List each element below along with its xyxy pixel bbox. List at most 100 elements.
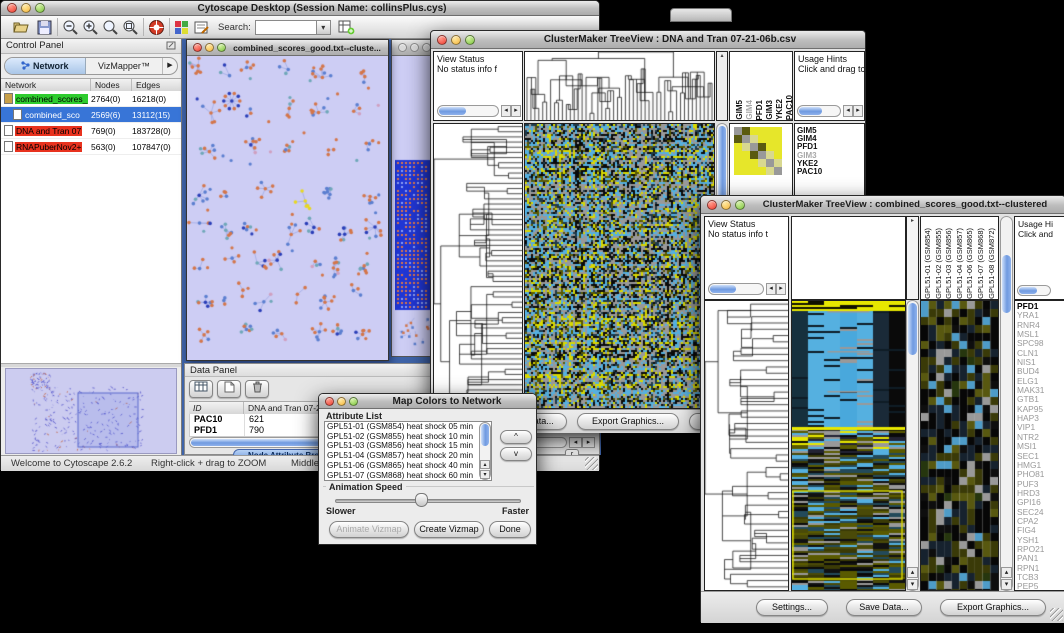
scroll-down-icon[interactable]: ▾ <box>480 470 490 479</box>
scroll-left-icon[interactable]: ◂ <box>569 437 582 448</box>
scroll-down-icon[interactable]: ▾ <box>907 579 918 590</box>
search-input[interactable] <box>255 20 317 35</box>
view-status-h-scrollbar[interactable] <box>708 283 764 295</box>
scroll-right-icon[interactable]: ▸ <box>511 105 521 117</box>
scroll-up-icon[interactable]: ▴ <box>1001 567 1012 578</box>
attribute-list-item[interactable]: GPL51-07 (GSM868) heat shock 60 min <box>325 471 491 481</box>
scroll-up-icon[interactable]: ▴ <box>907 567 918 578</box>
tab-overflow-arrow[interactable]: ▶ <box>162 58 177 74</box>
minimize-icon[interactable] <box>21 3 31 13</box>
dialog-title-bar[interactable]: Map Colors to Network <box>319 394 536 409</box>
close-icon[interactable] <box>707 200 717 210</box>
treeview1-title-bar[interactable]: ClusterMaker TreeView : DNA and Tran 07-… <box>431 31 865 49</box>
treeview2-gene-list[interactable]: PFD1YRA1RNR4MSL1SPC98CLN1NIS1BUD4ELG1MAK… <box>1014 300 1064 591</box>
resize-grip[interactable] <box>1050 608 1063 621</box>
main-title-bar[interactable]: Cytoscape Desktop (Session Name: collins… <box>1 1 599 16</box>
new-attribute-button[interactable] <box>217 380 241 398</box>
zoom-window-icon[interactable] <box>465 35 475 45</box>
treeview1-top-dendrogram[interactable] <box>524 51 715 121</box>
delete-attribute-trash-icon[interactable] <box>245 380 269 398</box>
scroll-left-icon[interactable]: ◂ <box>843 105 853 117</box>
scroll-left-icon[interactable]: ◂ <box>501 105 511 117</box>
birdseye-canvas[interactable] <box>6 369 176 453</box>
network-list-row[interactable]: RNAPuberNov2+ 563(0) 107847(0) <box>1 139 181 155</box>
minimize-icon[interactable] <box>337 397 346 406</box>
zoom-fit-icon[interactable] <box>122 19 139 36</box>
network-graph-canvas[interactable] <box>187 56 388 360</box>
network-list-row[interactable]: combined_scores_ 2764(0) 16218(0) <box>1 91 181 107</box>
move-attribute-up-button[interactable]: ^ <box>500 430 532 444</box>
close-icon[interactable] <box>437 35 447 45</box>
export-graphics-button[interactable]: Export Graphics... <box>940 599 1046 616</box>
panel-splitter[interactable] <box>1 363 181 367</box>
slider-thumb[interactable] <box>415 493 428 507</box>
float-panel-icon[interactable] <box>166 41 177 51</box>
zoom-window-icon[interactable] <box>735 200 745 210</box>
treeview2-heatmap-v-scrollbar[interactable]: ▴ ▾ <box>906 300 919 591</box>
attribute-list-item[interactable]: GPL51-02 (GSM855) heat shock 10 min <box>325 432 491 442</box>
network-list-row[interactable]: DNA and Tran 07 769(0) 183728(0) <box>1 123 181 139</box>
select-attributes-button[interactable] <box>189 380 213 398</box>
close-icon[interactable] <box>325 397 334 406</box>
move-attribute-down-button[interactable]: v <box>500 447 532 461</box>
vizmap-palette-icon[interactable] <box>174 20 189 35</box>
network-list-row[interactable]: combined_sco 2569(6) 13112(15) <box>1 107 181 123</box>
scroll-up-icon[interactable]: ▴ <box>480 460 490 469</box>
scroll-right-icon[interactable]: ▸ <box>853 105 863 117</box>
annotation-icon[interactable] <box>194 20 210 35</box>
animation-speed-slider[interactable] <box>335 499 521 503</box>
treeview2-row-dendrogram[interactable] <box>704 300 789 591</box>
save-data-button[interactable]: Save Data... <box>846 599 922 616</box>
done-button[interactable]: Done <box>489 521 531 538</box>
attribute-list-item[interactable]: GPL51-01 (GSM854) heat shock 05 min <box>325 422 491 432</box>
birdseye-view[interactable] <box>5 368 177 454</box>
tab-vizmapper[interactable]: VizMapper™ <box>86 58 162 74</box>
treeview1-heatmap[interactable] <box>524 123 715 409</box>
attribute-list-item[interactable]: GPL51-06 (GSM865) heat shock 40 min <box>325 461 491 471</box>
treeview2-right-v-scrollbar[interactable]: ▴ ▾ <box>1000 216 1013 591</box>
minimize-icon[interactable] <box>721 200 731 210</box>
help-lifering-icon[interactable] <box>148 19 165 36</box>
save-icon[interactable] <box>37 20 53 35</box>
network-window-title-bar[interactable]: combined_scores_good.txt--cluste... <box>187 40 388 56</box>
zoom-in-icon[interactable] <box>82 19 99 36</box>
animate-vizmap-button[interactable]: Animate Vizmap <box>329 521 409 538</box>
scroll-left-icon[interactable]: ◂ <box>766 283 776 295</box>
attribute-list-item[interactable]: GPL51-04 (GSM857) heat shock 20 min <box>325 451 491 461</box>
tab-network[interactable]: Network <box>5 58 86 74</box>
minimize-icon[interactable] <box>451 35 461 45</box>
attribute-list[interactable]: GPL51-01 (GSM854) heat shock 05 minGPL51… <box>324 421 492 481</box>
treeview2-heatmap[interactable] <box>791 300 906 591</box>
scroll-right-icon[interactable]: ▸ <box>582 437 595 448</box>
treeview1-row-dendrogram[interactable] <box>433 123 523 409</box>
export-graphics-button[interactable]: Export Graphics... <box>577 413 679 430</box>
scroll-right-icon[interactable]: ▸ <box>776 283 786 295</box>
zoom-selected-icon[interactable] <box>102 19 119 36</box>
zoom-window-icon[interactable] <box>35 3 45 13</box>
open-file-icon[interactable] <box>13 20 31 35</box>
import-table-icon[interactable] <box>338 19 355 35</box>
search-dropdown-button[interactable]: ▾ <box>317 20 331 35</box>
view-status-h-scrollbar[interactable] <box>437 105 499 117</box>
settings-button[interactable]: Settings... <box>756 599 828 616</box>
adjacency-grid-canvas[interactable] <box>395 98 435 356</box>
close-icon[interactable] <box>7 3 17 13</box>
treeview2-title-bar[interactable]: ClusterMaker TreeView : combined_scores_… <box>701 196 1064 214</box>
minimize-icon[interactable] <box>410 43 419 52</box>
attribute-list-item[interactable]: GPL51-03 (GSM856) heat shock 15 min <box>325 441 491 451</box>
usage-hints-h-scrollbar[interactable] <box>1017 285 1051 296</box>
minimize-icon[interactable] <box>205 43 214 52</box>
treeview2-secondary-heatmap[interactable] <box>920 300 999 591</box>
usage-hints-h-scrollbar[interactable] <box>797 105 841 117</box>
create-vizmap-button[interactable]: Create Vizmap <box>414 521 484 538</box>
close-icon[interactable] <box>398 43 407 52</box>
zoom-out-icon[interactable] <box>62 19 79 36</box>
close-icon[interactable] <box>193 43 202 52</box>
scroll-down-icon[interactable]: ▾ <box>1001 579 1012 590</box>
zoom-window-icon[interactable] <box>217 43 226 52</box>
resize-grip[interactable] <box>585 457 598 470</box>
attribute-list-v-scrollbar[interactable]: ▴ ▾ <box>479 422 491 480</box>
zoom-window-icon[interactable] <box>349 397 358 406</box>
correlation-mini-heatmap[interactable] <box>734 127 782 175</box>
window-controls[interactable] <box>1 3 45 13</box>
